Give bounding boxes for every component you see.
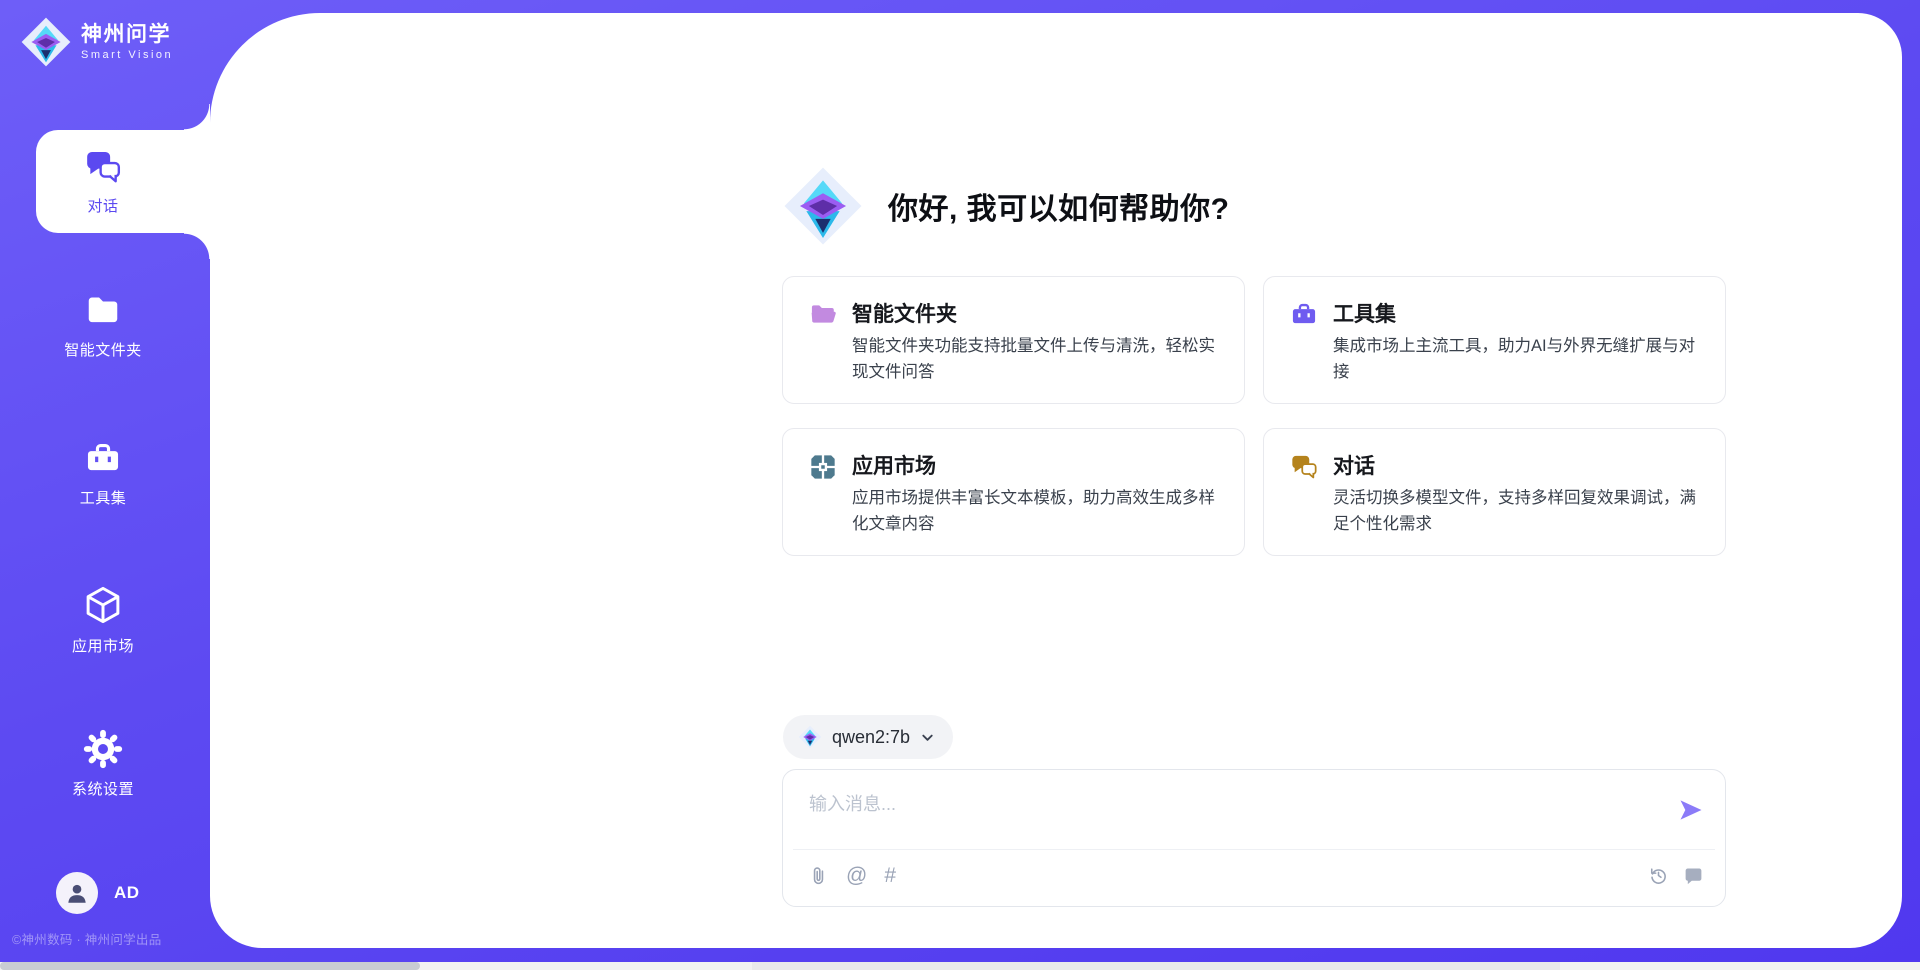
horizontal-scrollbar[interactable] (0, 962, 1920, 970)
sidebar-footer-note: ©神州数码 · 神州问学出品 (12, 929, 162, 948)
apps-grid-icon (809, 453, 837, 481)
scrollbar-thumb[interactable] (0, 962, 420, 970)
brand[interactable]: 神州问学 Smart Vision (20, 16, 173, 68)
comment-icon[interactable] (1683, 865, 1704, 886)
sidebar-item-smart-folder[interactable]: 智能文件夹 (0, 292, 206, 360)
scrollbar-segment (752, 962, 1560, 970)
paperclip-icon[interactable] (808, 865, 829, 886)
gear-icon (83, 729, 123, 769)
sidebar-item-label: 系统设置 (72, 778, 134, 799)
composer-toolbar-left: @ # (808, 865, 896, 886)
card-description: 灵活切换多模型文件，支持多样回复效果调试，满足个性化需求 (1333, 485, 1710, 538)
card-description: 智能文件夹功能支持批量文件上传与清洗，轻松实现文件问答 (852, 333, 1229, 386)
cube-icon (82, 584, 124, 626)
chat-icon (84, 148, 122, 186)
toolbox-icon (1290, 301, 1318, 329)
composer-toolbar-right (1648, 865, 1704, 886)
chat-icon (1290, 453, 1318, 481)
brand-subtitle: Smart Vision (81, 49, 173, 61)
hero: 你好, 我可以如何帮助你? (782, 165, 1230, 247)
card-description: 应用市场提供丰富长文本模板，助力高效生成多样化文章内容 (852, 485, 1229, 538)
sidebar-item-label: 对话 (87, 195, 118, 216)
history-icon[interactable] (1648, 865, 1669, 886)
sidebar-item-chat[interactable]: 对话 (0, 148, 206, 216)
main-panel: 你好, 我可以如何帮助你? 智能文件夹 智能文件夹功能支持批量文件上传与清洗，轻… (210, 13, 1902, 948)
user-profile[interactable]: AD (56, 872, 140, 914)
sidebar-item-app-market[interactable]: 应用市场 (0, 584, 206, 656)
brand-title: 神州问学 (81, 23, 173, 47)
chevron-down-icon (920, 730, 935, 745)
card-title: 智能文件夹 (852, 298, 957, 328)
toolbox-icon (84, 440, 122, 478)
avatar (56, 872, 98, 914)
model-selector-label: qwen2:7b (832, 727, 910, 748)
message-composer: @ # (782, 769, 1726, 907)
folder-icon (84, 292, 122, 330)
feature-cards: 智能文件夹 智能文件夹功能支持批量文件上传与清洗，轻松实现文件问答 工具集 集成… (782, 276, 1726, 556)
greeting-title: 你好, 我可以如何帮助你? (888, 184, 1230, 228)
composer-divider (793, 849, 1715, 850)
card-chat[interactable]: 对话 灵活切换多模型文件，支持多样回复效果调试，满足个性化需求 (1263, 428, 1726, 556)
card-title: 应用市场 (852, 450, 936, 480)
diamond-logo-icon (798, 725, 822, 749)
sidebar-item-toolset[interactable]: 工具集 (0, 440, 206, 508)
card-title: 工具集 (1333, 298, 1396, 328)
sidebar-item-label: 工具集 (80, 487, 127, 508)
model-selector[interactable]: qwen2:7b (783, 715, 953, 759)
card-smart-folder[interactable]: 智能文件夹 智能文件夹功能支持批量文件上传与清洗，轻松实现文件问答 (782, 276, 1245, 404)
diamond-logo-icon (782, 165, 864, 247)
card-toolset[interactable]: 工具集 集成市场上主流工具，助力AI与外界无缝扩展与对接 (1263, 276, 1726, 404)
diamond-logo-icon (20, 16, 72, 68)
sidebar-item-settings[interactable]: 系统设置 (0, 729, 206, 799)
hash-icon[interactable]: # (884, 865, 896, 886)
sidebar-item-label: 智能文件夹 (64, 339, 142, 360)
send-icon[interactable] (1677, 796, 1705, 824)
card-title: 对话 (1333, 450, 1375, 480)
sidebar-item-label: 应用市场 (72, 635, 134, 656)
message-input[interactable] (807, 788, 1631, 842)
card-app-market[interactable]: 应用市场 应用市场提供丰富长文本模板，助力高效生成多样化文章内容 (782, 428, 1245, 556)
folder-open-icon (809, 301, 837, 329)
main-content: 你好, 我可以如何帮助你? 智能文件夹 智能文件夹功能支持批量文件上传与清洗，轻… (782, 13, 1726, 948)
user-name: AD (114, 883, 140, 903)
sidebar: 神州问学 Smart Vision 对话 智能文件夹 工具集 (0, 0, 210, 970)
user-avatar-icon (64, 880, 90, 906)
card-description: 集成市场上主流工具，助力AI与外界无缝扩展与对接 (1333, 333, 1710, 386)
at-sign-icon[interactable]: @ (846, 865, 867, 886)
